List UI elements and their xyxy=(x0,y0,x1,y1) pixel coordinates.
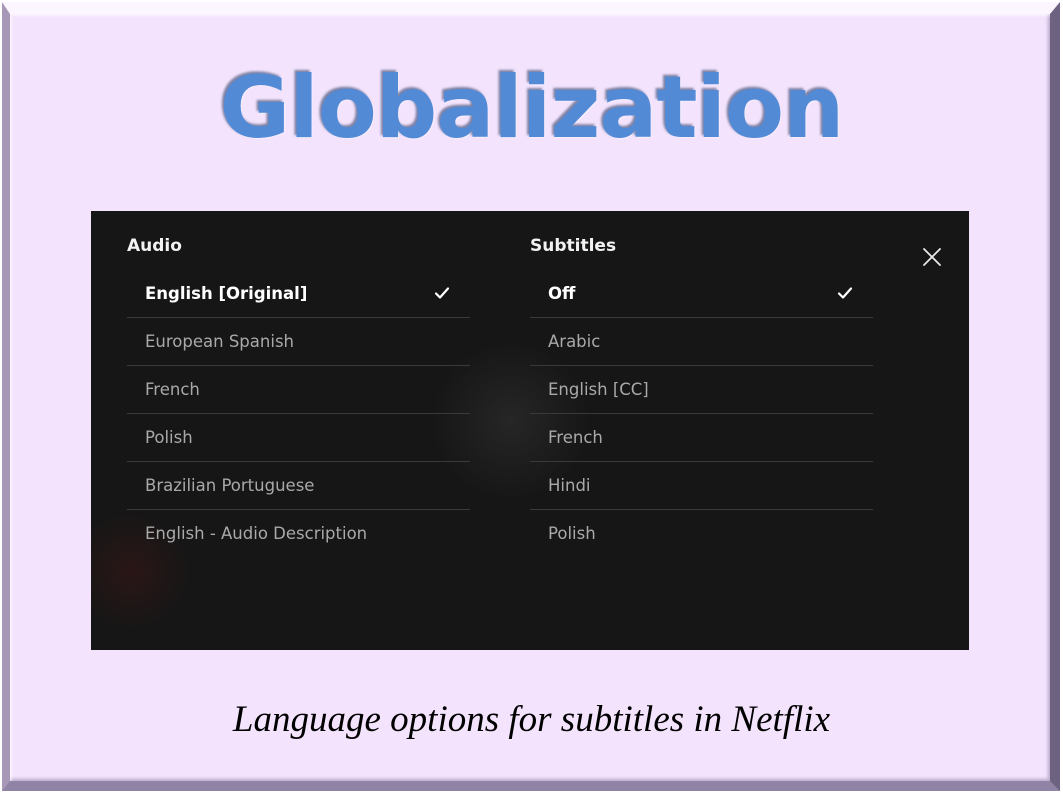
subtitle-option-label: Arabic xyxy=(548,332,601,351)
slide-title: Globalization xyxy=(219,58,845,158)
language-panel: Audio English [Original] European Spanis… xyxy=(91,211,969,650)
subtitles-list: Off Arabic English [CC] French Hindi Pol… xyxy=(530,270,873,558)
subtitle-option-label: French xyxy=(548,428,603,447)
audio-option-label: Polish xyxy=(145,428,193,447)
subtitle-option[interactable]: Arabic xyxy=(530,318,873,366)
audio-option-label: Brazilian Portuguese xyxy=(145,476,315,495)
subtitle-option[interactable]: Polish xyxy=(530,510,873,558)
audio-list: English [Original] European Spanish Fren… xyxy=(127,270,470,558)
audio-option[interactable]: Brazilian Portuguese xyxy=(127,462,470,510)
subtitle-option[interactable]: English [CC] xyxy=(530,366,873,414)
audio-option-label: European Spanish xyxy=(145,332,294,351)
check-icon xyxy=(434,287,450,299)
subtitle-option-label: Polish xyxy=(548,524,596,543)
audio-option-label: French xyxy=(145,380,200,399)
audio-option-label: English - Audio Description xyxy=(145,524,368,543)
subtitle-option[interactable]: French xyxy=(530,414,873,462)
subtitle-option-label: Hindi xyxy=(548,476,591,495)
audio-option[interactable]: English - Audio Description xyxy=(127,510,470,558)
subtitles-heading: Subtitles xyxy=(530,236,617,256)
audio-option-label: English [Original] xyxy=(145,284,308,303)
audio-heading: Audio xyxy=(127,236,182,256)
subtitle-option-label: Off xyxy=(548,284,576,303)
audio-option[interactable]: European Spanish xyxy=(127,318,470,366)
slide-caption: Language options for subtitles in Netfli… xyxy=(232,699,831,740)
close-icon[interactable] xyxy=(921,246,943,268)
subtitle-option-label: English [CC] xyxy=(548,380,649,399)
audio-option[interactable]: French xyxy=(127,366,470,414)
audio-option[interactable]: Polish xyxy=(127,414,470,462)
check-icon xyxy=(837,287,853,299)
subtitle-option[interactable]: Off xyxy=(530,270,873,318)
audio-option[interactable]: English [Original] xyxy=(127,270,470,318)
subtitle-option[interactable]: Hindi xyxy=(530,462,873,510)
